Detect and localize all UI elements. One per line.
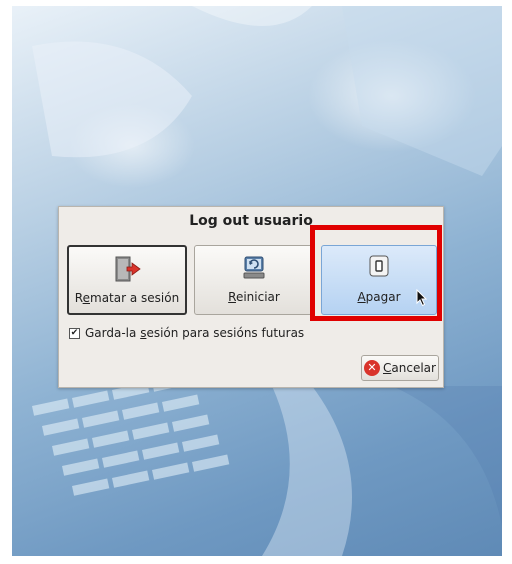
logout-button[interactable]: Rematar a sesión	[67, 245, 187, 315]
cancel-icon: ✕	[364, 360, 380, 376]
restart-button[interactable]: Reiniciar	[194, 245, 314, 315]
save-session-checkbox[interactable]: ✔ Garda-la sesión para sesións futuras	[69, 326, 304, 340]
logout-door-icon	[113, 255, 141, 286]
restart-label: Reiniciar	[228, 290, 280, 304]
cancel-button[interactable]: ✕ Cancelar	[361, 355, 439, 381]
mouse-pointer-icon	[416, 288, 428, 311]
cancel-label: Cancelar	[383, 361, 436, 375]
restart-icon	[241, 254, 267, 283]
checkbox-checked-icon[interactable]: ✔	[69, 327, 80, 339]
save-session-label: Garda-la sesión para sesións futuras	[85, 326, 305, 340]
logout-label: Rematar a sesión	[74, 291, 180, 305]
